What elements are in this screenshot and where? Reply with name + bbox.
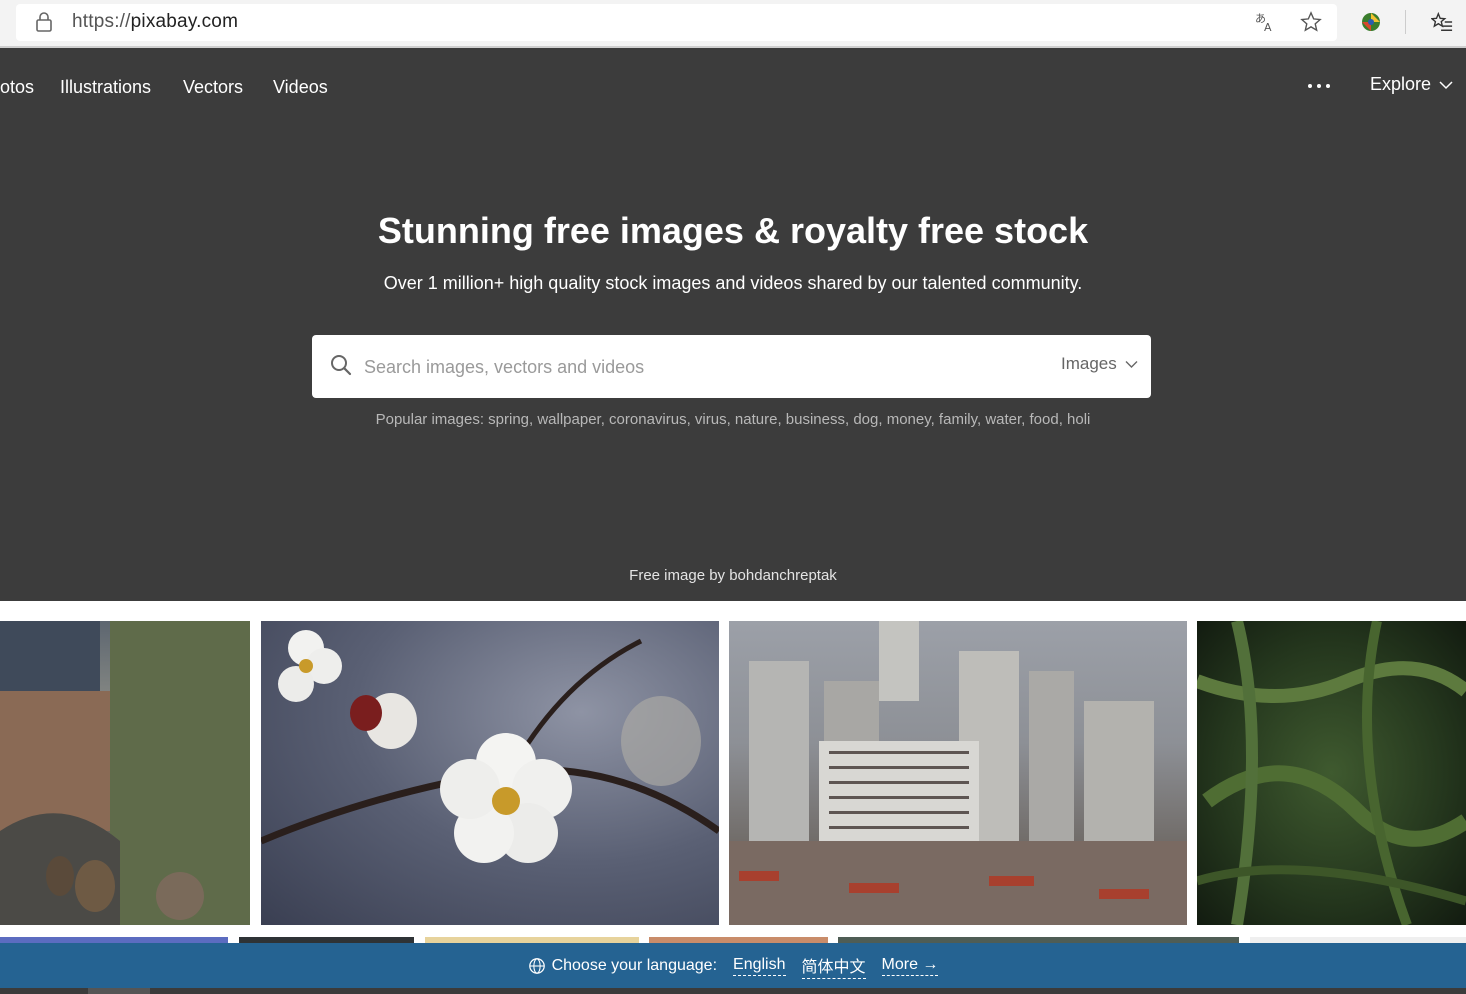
nav-item-photos[interactable]: otos <box>0 77 34 98</box>
url-host: pixabay.com <box>130 11 239 32</box>
image-thumbnail-canal[interactable] <box>0 621 250 925</box>
url-text[interactable]: https://pixabay.com <box>72 11 238 33</box>
scrollbar-thumb[interactable] <box>88 988 150 994</box>
language-option-chinese[interactable]: 简体中文 <box>801 953 866 979</box>
hero-subtitle: Over 1 million+ high quality stock image… <box>383 273 1083 293</box>
favorites-icon[interactable] <box>1430 10 1454 34</box>
translate-icon[interactable]: あA <box>1253 10 1277 34</box>
svg-text:A: A <box>1264 21 1272 33</box>
search-type-dropdown[interactable]: Images <box>1061 354 1138 374</box>
image-credit[interactable]: Free image by bohdanchreptak <box>0 567 1466 584</box>
nav-item-vectors[interactable]: Vectors <box>183 77 243 98</box>
image-thumbnail-blossom[interactable] <box>261 621 719 925</box>
more-options-icon[interactable] <box>1308 84 1330 90</box>
language-more-link[interactable]: More → <box>881 956 939 976</box>
hero-section: otos Illustrations Vectors Videos Explor… <box>0 46 1466 601</box>
explore-menu[interactable]: Explore <box>1370 74 1453 95</box>
language-label-text: Choose your language: <box>551 956 718 974</box>
lock-icon <box>36 12 52 32</box>
search-icon[interactable] <box>329 353 353 377</box>
search-input[interactable] <box>364 347 1044 387</box>
explore-label: Explore <box>1370 74 1432 94</box>
language-label: Choose your language: <box>528 957 717 975</box>
star-icon[interactable] <box>1299 10 1323 34</box>
image-thumbnail-city[interactable] <box>729 621 1187 925</box>
search-type-label: Images <box>1061 354 1117 373</box>
popular-searches[interactable]: Popular images: spring, wallpaper, coron… <box>0 411 1466 428</box>
nav-item-videos[interactable]: Videos <box>273 77 328 98</box>
globe-icon <box>528 957 545 974</box>
page-title: Stunning free images & royalty free stoc… <box>377 210 1089 251</box>
extension-icon[interactable] <box>1359 10 1383 34</box>
toolbar-divider <box>1405 10 1406 34</box>
address-bar[interactable]: https://pixabay.com <box>16 4 1337 41</box>
chevron-down-icon <box>1125 360 1138 368</box>
language-option-english[interactable]: English <box>733 956 786 976</box>
scrollbar[interactable] <box>0 988 1466 994</box>
chevron-down-icon <box>1439 80 1453 89</box>
language-bar: Choose your language: English 简体中文 More … <box>0 943 1466 988</box>
image-thumbnail-roots[interactable] <box>1197 621 1466 925</box>
search-box[interactable]: Images <box>312 335 1151 398</box>
nav-item-illustrations[interactable]: Illustrations <box>60 77 151 98</box>
url-protocol: https:// <box>72 11 131 32</box>
browser-toolbar: https://pixabay.com あA <box>0 0 1466 46</box>
